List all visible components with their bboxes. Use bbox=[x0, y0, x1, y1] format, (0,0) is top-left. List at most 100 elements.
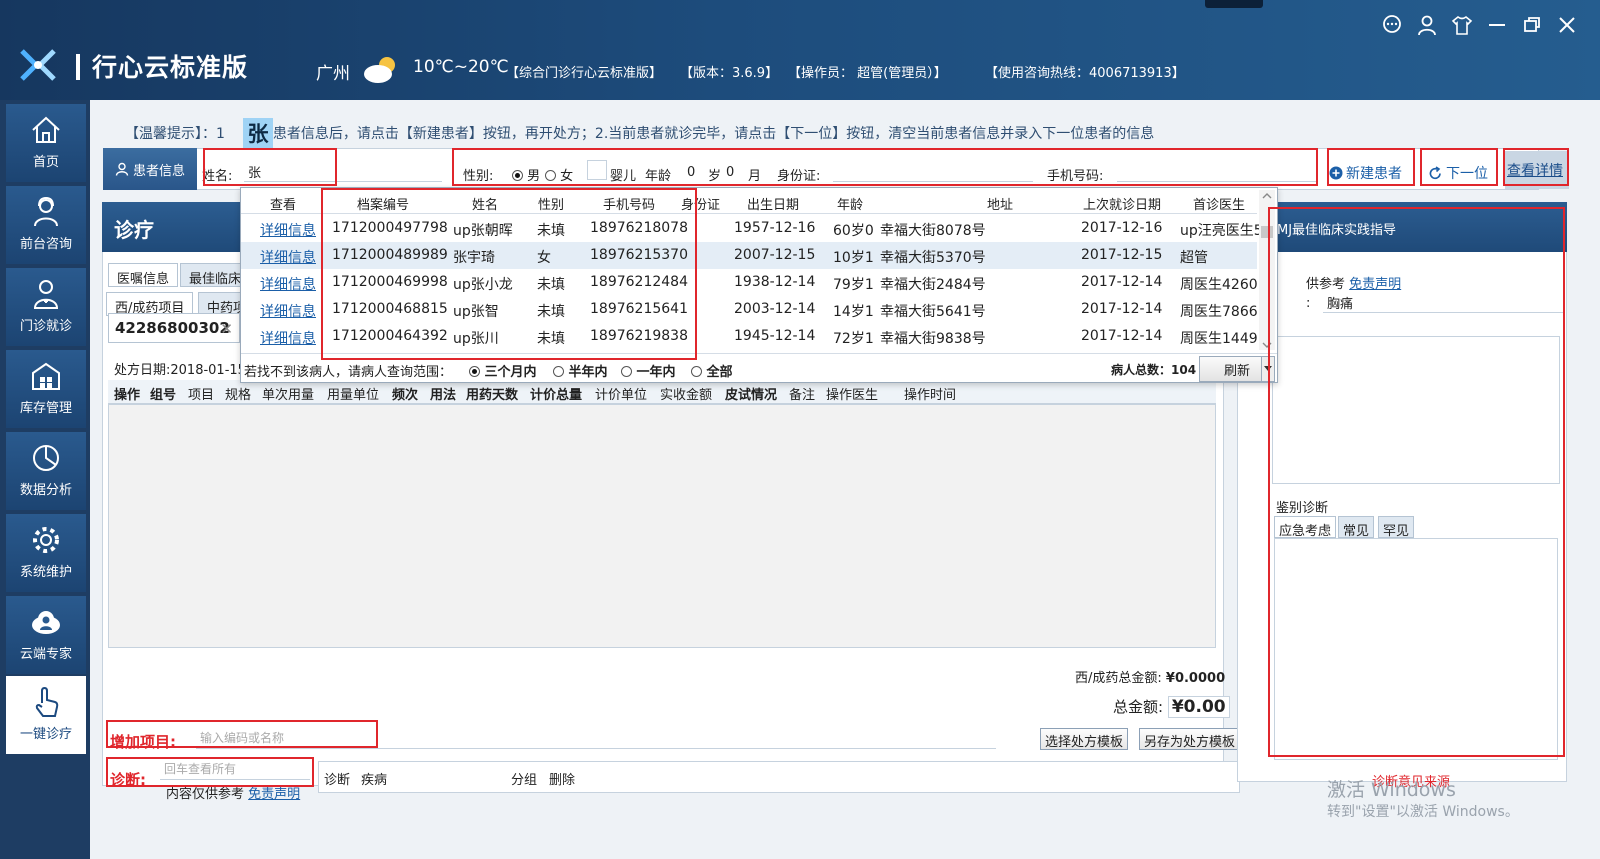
sidebar-item-cloud-expert[interactable]: 云端专家 bbox=[6, 596, 86, 674]
doctor-icon bbox=[33, 280, 59, 309]
scope-label: 若找不到该病人，请病人查询范围： bbox=[244, 365, 453, 380]
detail-link[interactable]: 详细信息 bbox=[260, 274, 316, 294]
patient-address: 幸福大街5641号 bbox=[880, 304, 986, 320]
refresh-label: 刷新 bbox=[1223, 363, 1250, 379]
detail-link[interactable]: 详细信息 bbox=[260, 247, 316, 267]
sidebar-item-reception[interactable]: 前台咨询 bbox=[6, 186, 86, 264]
patient-info-tab[interactable]: 患者信息 bbox=[103, 148, 197, 190]
diagnosis-list bbox=[318, 761, 1240, 793]
tip-text: 【温馨提示】：1 新患者信息后，请点击【新建患者】按钮，再开处方；2.当前患者就诊… bbox=[125, 126, 1155, 142]
patient-age: 10岁1 bbox=[833, 250, 874, 266]
col-header: 项目 bbox=[188, 388, 215, 403]
grand-total-value: ¥0.00 bbox=[1167, 696, 1230, 718]
sidebar-item-label: 首页 bbox=[32, 155, 59, 170]
warehouse-icon bbox=[32, 362, 60, 390]
col-header: 地址 bbox=[987, 198, 1014, 213]
activation-watermark-subtitle: 转到"设置"以激活 Windows。 bbox=[1327, 804, 1519, 820]
sidebar-item-label: 云端专家 bbox=[19, 647, 72, 662]
scope-one-year-radio[interactable]: 一年内 bbox=[621, 361, 676, 380]
operator-label: 【操作员： 超管(管理员）】 bbox=[788, 66, 947, 81]
col-header: 计价总量 bbox=[530, 388, 583, 403]
patient-tab-label: 患者信息 bbox=[132, 163, 185, 179]
col-header: 计价单位 bbox=[595, 388, 648, 403]
col-header: 上次就诊日期 bbox=[1083, 198, 1162, 213]
skin-shirt-icon[interactable] bbox=[1451, 14, 1473, 36]
last-visit-date: 2017-12-14 bbox=[1081, 274, 1163, 290]
cloud-expert-icon bbox=[32, 611, 60, 634]
prescription-id: 42286800302 bbox=[115, 319, 230, 337]
patient-total-label: 病人总数： bbox=[1111, 363, 1172, 377]
close-icon[interactable] bbox=[1556, 14, 1578, 36]
col-header: 操作 bbox=[114, 388, 141, 403]
radio-unchecked-icon bbox=[553, 366, 564, 377]
minimize-icon[interactable] bbox=[1486, 14, 1508, 36]
western-total-label: 西/成药总金额: bbox=[1075, 671, 1162, 686]
sidebar-item-one-click[interactable]: 一键诊疗 bbox=[6, 676, 86, 754]
western-total: 西/成药总金额: ¥0.0000 bbox=[1075, 667, 1225, 686]
prescription-table-header: 操作 组号 项目 规格 单次用量 用量单位 频次 用法 用药天数 计价总量 计价… bbox=[108, 380, 1216, 404]
prescription-date: 处方日期:2018-01-15 bbox=[114, 363, 246, 378]
temperature-label: 10℃~20℃ bbox=[413, 57, 509, 77]
annotation-new-box bbox=[1327, 148, 1415, 186]
window-notch bbox=[1205, 0, 1263, 8]
sidebar-item-maintenance[interactable]: 系统维护 bbox=[6, 514, 86, 592]
scope-3-months-radio[interactable]: 三个月内 bbox=[469, 361, 537, 380]
sidebar-item-analytics[interactable]: 数据分析 bbox=[6, 432, 86, 510]
col-header: 操作医生 bbox=[826, 388, 879, 403]
tab-medical-orders[interactable]: 医嘱信息 bbox=[108, 263, 179, 287]
user-icon[interactable] bbox=[1416, 14, 1438, 36]
patient-age: 79岁1 bbox=[833, 277, 874, 293]
patient-age: 14岁1 bbox=[833, 304, 874, 320]
last-visit-date: 2017-12-14 bbox=[1081, 328, 1163, 344]
col-header: 实收金额 bbox=[660, 388, 713, 403]
detail-link[interactable]: 详细信息 bbox=[260, 328, 316, 348]
annotation-add-item-box bbox=[106, 720, 378, 748]
first-doctor: 超管 bbox=[1180, 250, 1208, 266]
col-header: 单次用量 bbox=[262, 388, 315, 403]
sidebar-item-home[interactable]: 首页 bbox=[6, 104, 86, 182]
version-label: 【版本：3.6.9】 bbox=[680, 66, 779, 81]
sidebar-item-inventory[interactable]: 库存管理 bbox=[6, 350, 86, 428]
window-controls bbox=[1381, 14, 1578, 36]
first-doctor: 周医生7866 bbox=[1180, 304, 1258, 320]
birth-date: 1945-12-14 bbox=[734, 328, 816, 344]
user-icon bbox=[115, 162, 129, 176]
chevron-up-icon[interactable] bbox=[1259, 191, 1275, 201]
scope-half-year-radio[interactable]: 半年内 bbox=[553, 361, 608, 380]
col-header: 备注 bbox=[789, 388, 816, 403]
radio-unchecked-icon bbox=[691, 366, 702, 377]
detail-link[interactable]: 详细信息 bbox=[260, 301, 316, 321]
home-icon bbox=[32, 116, 60, 143]
radio-checked-icon bbox=[469, 366, 480, 377]
save-template-button[interactable]: 另存为处方模板 bbox=[1139, 728, 1241, 750]
birth-date: 2003-12-14 bbox=[734, 301, 816, 317]
chat-icon[interactable] bbox=[1381, 14, 1403, 36]
maximize-icon[interactable] bbox=[1521, 14, 1543, 36]
annotation-info-box bbox=[452, 148, 1318, 186]
col-header: 用法 bbox=[430, 388, 457, 403]
patient-address: 幸福大街5370号 bbox=[880, 250, 986, 266]
patient-address: 幸福大街8078号 bbox=[880, 223, 986, 239]
ime-candidate-popup: 张 bbox=[243, 118, 273, 150]
disclaimer-link[interactable]: 免责声明 bbox=[248, 787, 300, 802]
scope-option-label: 一年内 bbox=[636, 365, 676, 380]
col-header: 查看 bbox=[270, 198, 297, 213]
annotation-next-box bbox=[1420, 148, 1498, 186]
birth-date: 1957-12-16 bbox=[734, 220, 816, 236]
sidebar-item-label: 前台咨询 bbox=[19, 237, 72, 252]
activation-watermark: 激活 Windows bbox=[1327, 779, 1456, 801]
prescription-tab[interactable]: 42286800302 ✕ bbox=[108, 313, 240, 343]
scope-all-radio[interactable]: 全部 bbox=[691, 361, 733, 380]
western-total-value: ¥0.0000 bbox=[1165, 671, 1226, 686]
patient-age: 72岁1 bbox=[833, 331, 874, 347]
diag-col-header: 诊断 bbox=[324, 773, 351, 788]
sidebar-item-outpatient[interactable]: 门诊就诊 bbox=[6, 268, 86, 346]
patient-age: 60岁0 bbox=[833, 223, 874, 239]
detail-link[interactable]: 详细信息 bbox=[260, 220, 316, 240]
grand-total-label: 总金额: bbox=[1113, 698, 1164, 716]
col-header: 首诊医生 bbox=[1193, 198, 1246, 213]
col-header: 用量单位 bbox=[327, 388, 380, 403]
col-header: 年龄 bbox=[837, 198, 864, 213]
select-template-button[interactable]: 选择处方模板 bbox=[1040, 728, 1129, 750]
close-tab-icon[interactable]: ✕ bbox=[220, 320, 233, 338]
